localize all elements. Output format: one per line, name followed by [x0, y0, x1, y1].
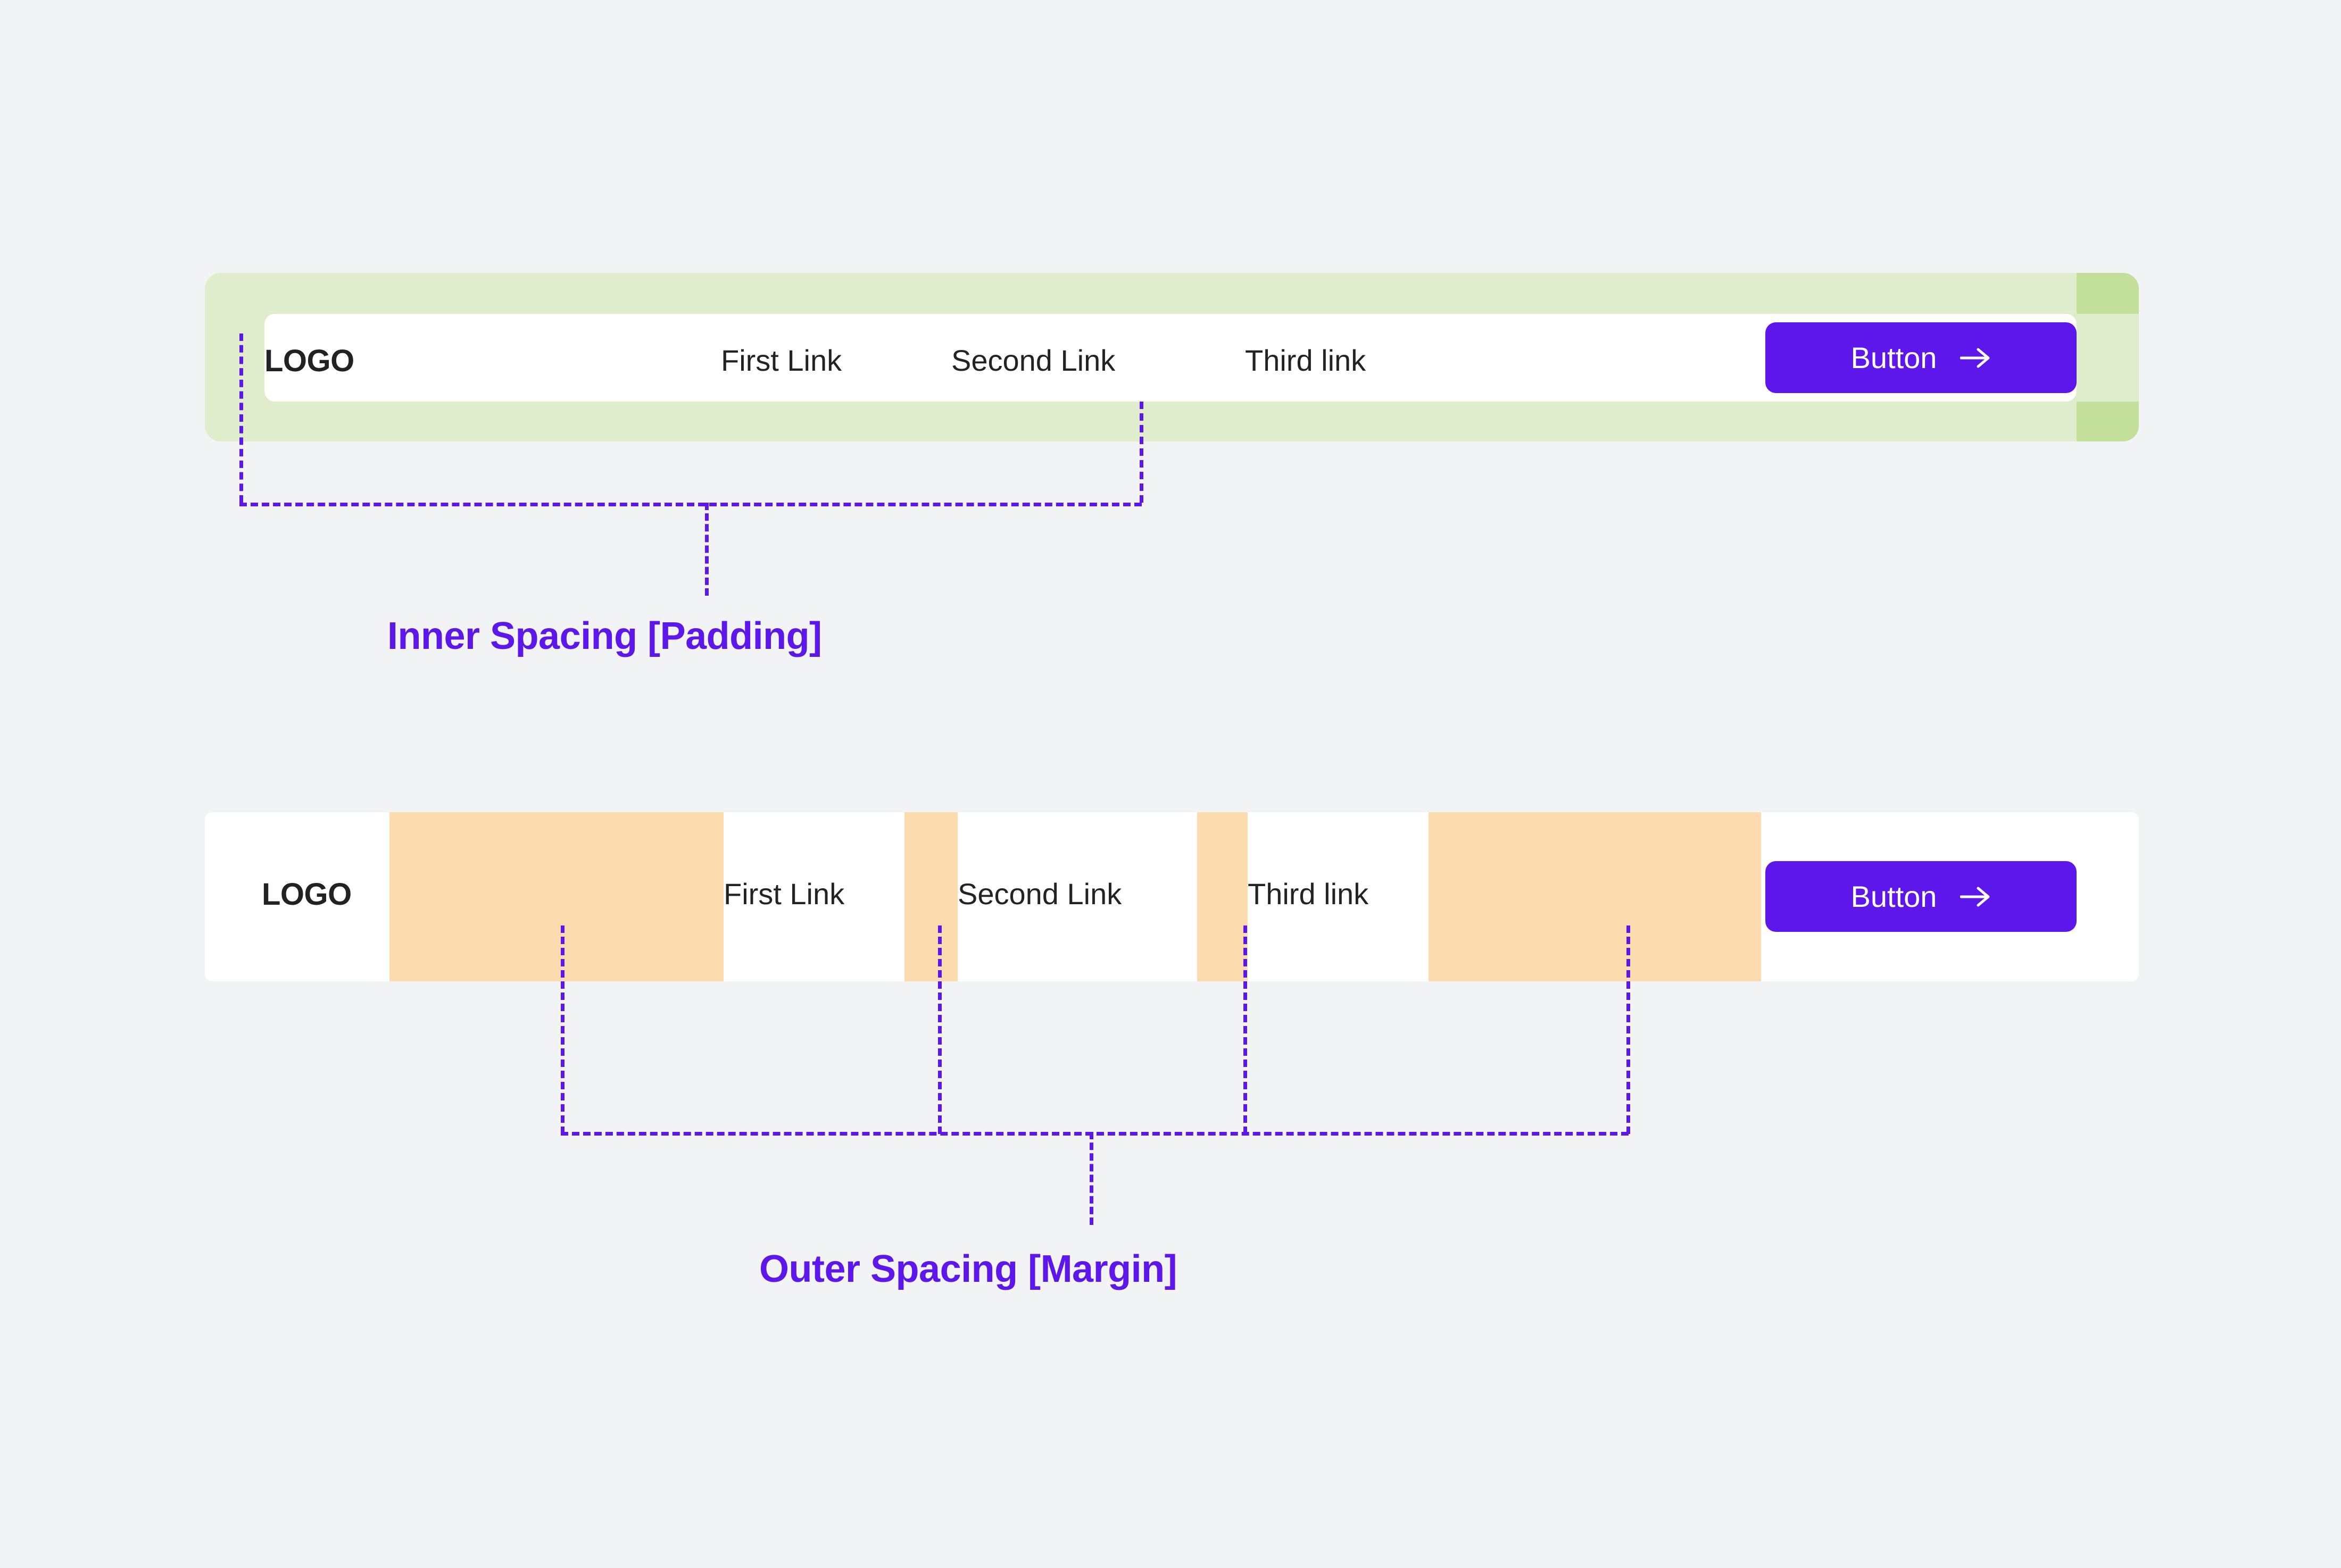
padding-cell-bottom-right [2077, 402, 2139, 441]
navbar-cta-label: Button [1850, 880, 1937, 913]
margin-guide-horizontal [561, 1132, 1629, 1136]
padding-guide-stem [705, 503, 709, 596]
nav-link-second[interactable]: Second Link [951, 343, 1115, 378]
margin-block-2 [904, 812, 958, 981]
margin-block-1 [389, 812, 724, 981]
nav-link-second[interactable]: Second Link [958, 877, 1122, 911]
nav-link-third[interactable]: Third link [1248, 877, 1368, 911]
navbar-cta-button[interactable]: Button [1765, 861, 2077, 932]
arrow-right-icon [1960, 347, 1991, 369]
padding-callout-label: Inner Spacing [Padding] [387, 615, 822, 657]
margin-guide-vertical-4 [1626, 925, 1630, 1134]
margin-block-4 [1429, 812, 1761, 981]
padding-cell-top-right [2077, 273, 2139, 314]
diagram-canvas: LOGO First Link Second Link Third link B… [0, 0, 2341, 1568]
arrow-right-icon [1960, 886, 1991, 908]
nav-link-first[interactable]: First Link [724, 877, 844, 911]
navbar-logo[interactable]: LOGO [264, 343, 354, 379]
nav-link-third[interactable]: Third link [1245, 343, 1366, 378]
navbar-logo[interactable]: LOGO [262, 877, 352, 912]
margin-guide-vertical-2 [938, 925, 942, 1134]
navbar-cta-label: Button [1850, 341, 1937, 374]
margin-guide-vertical-1 [561, 925, 565, 1134]
navbar-cta-button[interactable]: Button [1765, 322, 2077, 393]
margin-guide-stem [1090, 1132, 1093, 1225]
margin-block-3 [1197, 812, 1248, 981]
margin-guide-vertical-3 [1243, 925, 1247, 1134]
padding-guide-horizontal [239, 503, 1142, 506]
padding-guide-left-vertical [239, 333, 243, 503]
nav-link-first[interactable]: First Link [721, 343, 842, 378]
margin-callout-label: Outer Spacing [Margin] [759, 1248, 1177, 1290]
padding-guide-right-vertical [1140, 402, 1143, 503]
